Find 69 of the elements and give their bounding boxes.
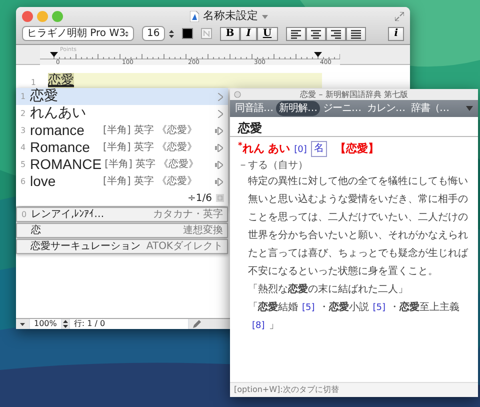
tab[interactable]: 新明解…: [276, 101, 320, 116]
italic-button[interactable]: I: [240, 26, 257, 40]
candidate-item[interactable]: 6 love [半角] 英字 《恋愛》: [16, 173, 228, 190]
definition-text: 特定の異性に対して他の全てを犠牲にしても悔い無いと思い込むような愛情をいだき、常に相手のことを思っては、二人だけでいたい、二人だけの世界を分かち合いたいと願い、それがかなえられたと言っては喜び、ちょっとでも疑念が生じれば不安になるといった状態に身を置くこと。: [248, 174, 470, 278]
grammar-note: －する（自サ）: [238, 158, 309, 172]
speaker-icon[interactable]: [215, 178, 223, 186]
dropdown-icon[interactable]: [20, 322, 25, 326]
stepper-icon[interactable]: [62, 320, 68, 328]
speaker-icon[interactable]: [215, 160, 223, 168]
stepper-icon: [125, 30, 129, 38]
tab[interactable]: 同音語…: [232, 101, 276, 116]
chevron-icon: [218, 92, 223, 100]
candidate-item[interactable]: 4 Romance [半角] 英字 《恋愛》: [16, 139, 228, 156]
font-size-field[interactable]: 16: [142, 26, 165, 41]
align-left-icon[interactable]: [290, 28, 302, 38]
zoom-field[interactable]: 100%: [29, 319, 62, 329]
page-indicator: ÷1/6: [188, 192, 212, 206]
line-position-field: 行: 1 / 0: [68, 319, 189, 329]
justify-icon[interactable]: [350, 28, 362, 38]
reference-number: [8]: [252, 320, 265, 330]
candidate-item[interactable]: 1 恋愛: [16, 88, 228, 105]
window-title: 恋愛 – 新明解国語辞典 第七版: [300, 90, 408, 99]
closing-bracket: 」: [268, 320, 279, 330]
background-color-well[interactable]: [200, 28, 212, 39]
close-button[interactable]: [22, 11, 33, 22]
tab[interactable]: 辞書（…: [408, 101, 452, 116]
candidate-item[interactable]: 3 romance [半角] 英字 《恋愛》: [16, 122, 228, 139]
font-popup[interactable]: ヒラギノ明朝 Pro W3: [22, 26, 134, 41]
tab[interactable]: カレン…: [364, 101, 408, 116]
close-button[interactable]: [234, 91, 241, 98]
tab-stop-icon[interactable]: [314, 52, 322, 57]
stepper-icon[interactable]: [168, 30, 174, 38]
candidate-option[interactable]: 恋 連想変換: [16, 223, 228, 238]
window-title: 名称未設定: [203, 8, 258, 24]
line-text: 恋愛: [48, 73, 74, 88]
align-center-icon[interactable]: [310, 28, 322, 38]
compound-word: ・恋愛至上主義: [390, 302, 460, 312]
caret-icon[interactable]: [262, 14, 268, 18]
document-icon: [190, 11, 199, 22]
bold-button[interactable]: B: [220, 26, 240, 40]
fullscreen-icon[interactable]: [395, 12, 404, 21]
example-text: 「熱烈な恋愛の末に結ばれた二人」: [248, 282, 409, 296]
candidate-option[interactable]: 恋愛サーキュレーション ATOKダイレクト: [16, 239, 228, 254]
pencil-icon[interactable]: [192, 319, 202, 329]
tab[interactable]: ジーニ…: [320, 101, 364, 116]
line-number: 1: [30, 77, 37, 88]
underline-button[interactable]: U: [256, 26, 278, 40]
kanji-form: 【恋愛】: [334, 141, 379, 157]
dropdown-icon[interactable]: [466, 106, 473, 111]
part-of-speech-tag: 名: [310, 141, 327, 158]
reference-number: [5]: [302, 302, 315, 312]
info-button[interactable]: i: [388, 26, 404, 40]
accent-mark: [0]: [294, 144, 307, 157]
align-right-icon[interactable]: [330, 28, 342, 38]
zoom-button[interactable]: [52, 11, 63, 22]
compound-word: 「恋愛結婚: [248, 302, 298, 312]
candidate-item[interactable]: 5 ROMANCE [半角] 英字 《恋愛》: [16, 156, 228, 173]
headword: 恋愛: [230, 117, 478, 137]
shortcut-hint: [option+W]:次のタブに切替: [230, 382, 478, 397]
candidate-item[interactable]: 2 れんあい: [16, 105, 228, 122]
candidate-option[interactable]: 0 レンアイ,ﾚﾝｱｲ… カタカナ・英字: [16, 207, 228, 222]
reading: $^{*}$れん あい: [238, 141, 290, 157]
compound-word: ・恋愛小説: [318, 302, 369, 312]
speaker-icon[interactable]: [215, 126, 223, 134]
reference-number: [5]: [372, 302, 386, 312]
indent-marker-icon[interactable]: [50, 52, 58, 57]
text-color-well[interactable]: [182, 28, 193, 39]
speaker-icon[interactable]: [215, 144, 223, 152]
chevron-icon: [218, 110, 223, 118]
